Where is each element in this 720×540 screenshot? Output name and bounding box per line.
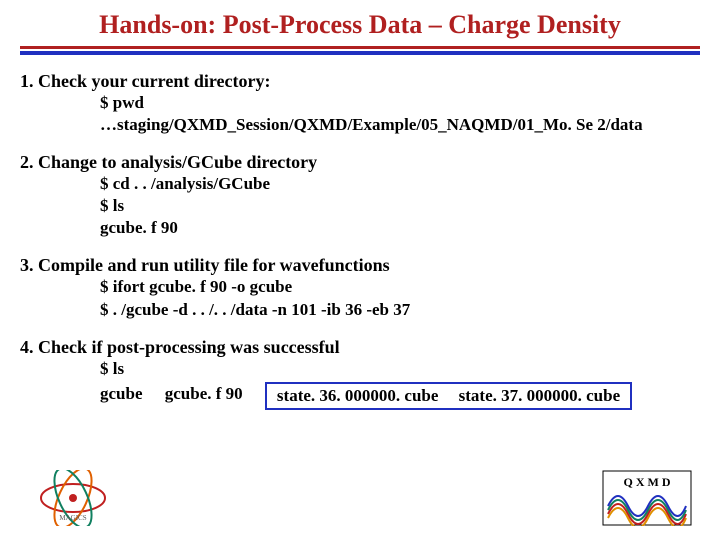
step-4-head: 4. Check if post-processing was successf… xyxy=(20,337,700,358)
step-3-code-1: $ . /gcube -d . . /. . /data -n 101 -ib … xyxy=(20,299,700,321)
svg-text:Q X M D: Q X M D xyxy=(624,475,671,489)
rule-blue xyxy=(20,51,700,55)
step-2: 2. Change to analysis/GCube directory $ … xyxy=(20,152,700,239)
output-item-0: gcube xyxy=(100,383,143,405)
step-2-head: 2. Change to analysis/GCube directory xyxy=(20,152,700,173)
content: 1. Check your current directory: $ pwd …… xyxy=(0,65,720,408)
step-3-code-0: $ ifort gcube. f 90 -o gcube xyxy=(20,276,700,298)
step-4-output: gcube gcube. f 90 state. 36. 000000. cub… xyxy=(20,380,700,408)
step-4-code-0: $ ls xyxy=(20,358,700,380)
slide-title: Hands-on: Post-Process Data – Charge Den… xyxy=(0,0,720,46)
svg-text:MAGICS: MAGICS xyxy=(59,514,86,522)
step-2-code-1: $ ls xyxy=(20,195,700,217)
step-1: 1. Check your current directory: $ pwd …… xyxy=(20,71,700,136)
step-1-head: 1. Check your current directory: xyxy=(20,71,700,92)
step-4: 4. Check if post-processing was successf… xyxy=(20,337,700,408)
output-item-1: gcube. f 90 xyxy=(165,383,243,405)
step-2-code-2: gcube. f 90 xyxy=(20,217,700,239)
output-box-item-1: state. 37. 000000. cube xyxy=(459,385,620,407)
step-1-code-0: $ pwd xyxy=(20,92,700,114)
step-1-code-1: …staging/QXMD_Session/QXMD/Example/05_NA… xyxy=(20,114,700,136)
step-2-code-0: $ cd . . /analysis/GCube xyxy=(20,173,700,195)
magics-logo: MAGICS xyxy=(28,470,118,526)
step-3-head: 3. Compile and run utility file for wave… xyxy=(20,255,700,276)
output-box: state. 36. 000000. cube state. 37. 00000… xyxy=(265,382,632,410)
output-box-item-0: state. 36. 000000. cube xyxy=(277,385,438,407)
slide: Hands-on: Post-Process Data – Charge Den… xyxy=(0,0,720,540)
step-3: 3. Compile and run utility file for wave… xyxy=(20,255,700,320)
qxmd-logo: Q X M D xyxy=(602,470,692,526)
rule-red xyxy=(20,46,700,49)
title-rules xyxy=(20,46,700,55)
